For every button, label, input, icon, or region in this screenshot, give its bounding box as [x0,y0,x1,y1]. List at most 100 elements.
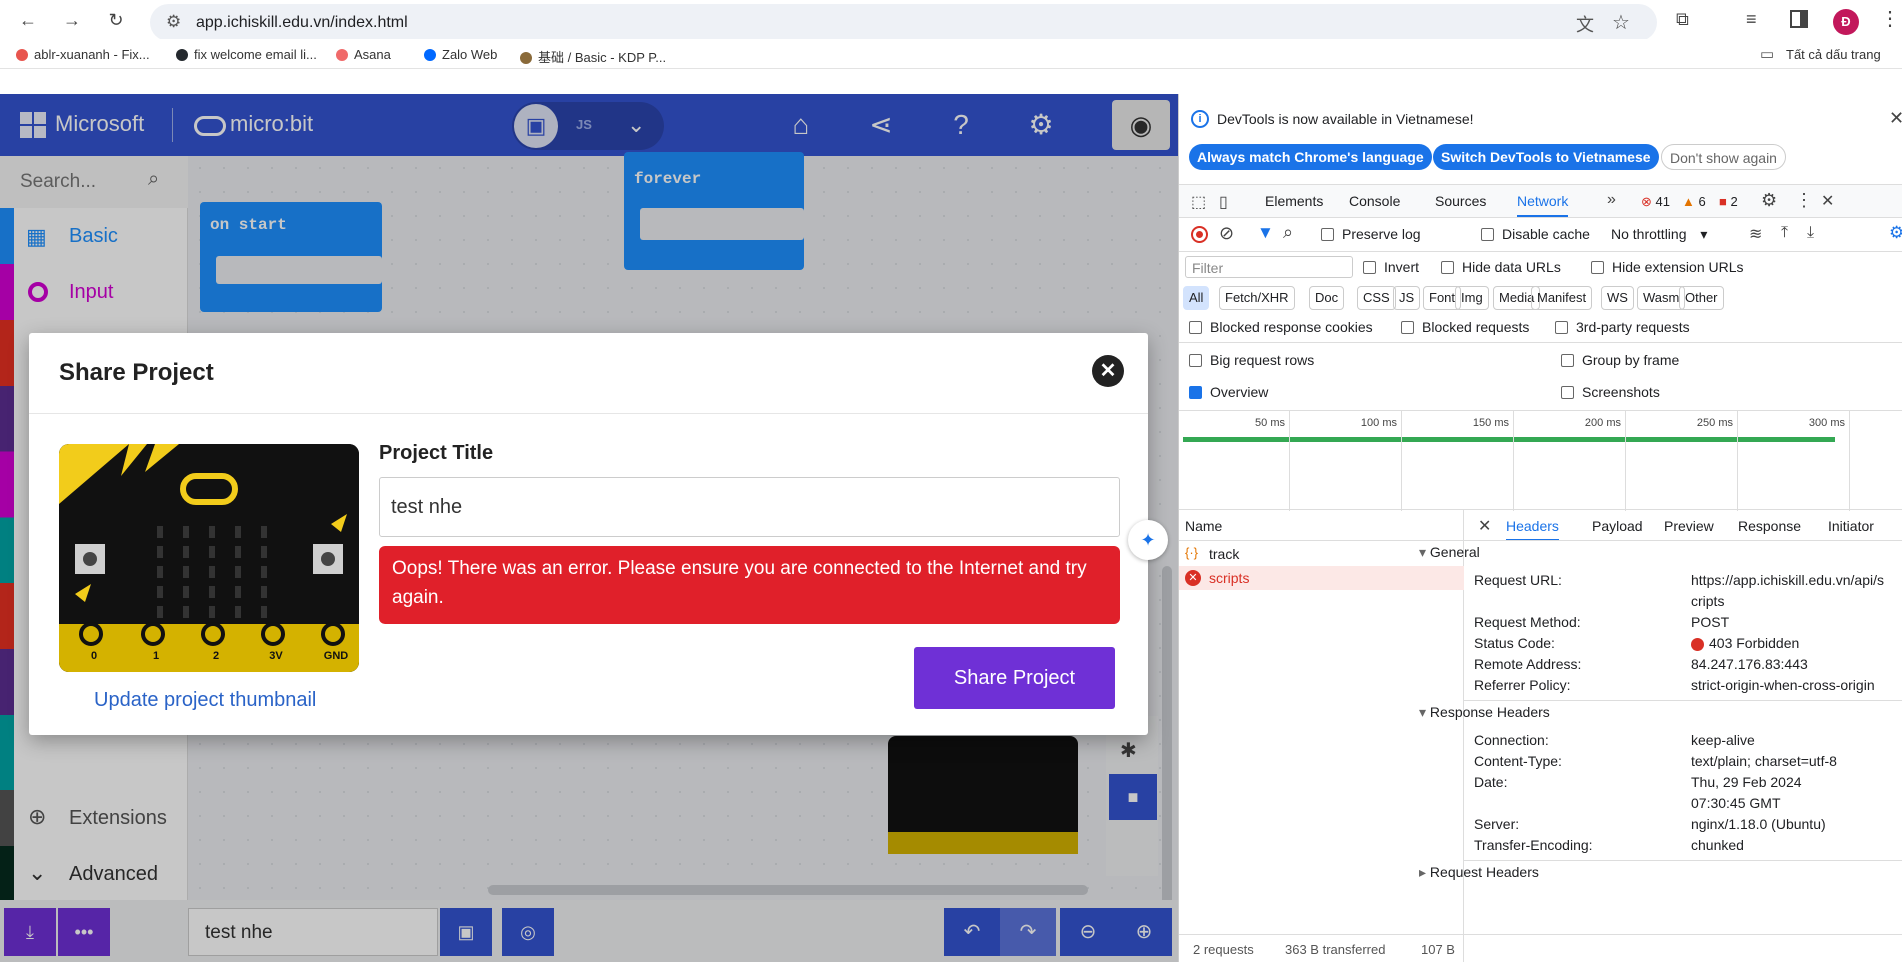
hide-extension-urls-checkbox[interactable]: Hide extension URLs [1591,259,1744,275]
error-count-badge[interactable]: ⊗ 41 [1641,194,1670,210]
pin-ring [141,622,165,646]
type-filter-img[interactable]: Img [1455,286,1489,310]
checkbox-box[interactable] [1401,321,1414,334]
warning-count-badge[interactable]: ▲ 6 [1682,194,1706,209]
checkbox-box[interactable] [1561,386,1574,399]
update-thumbnail-link[interactable]: Update project thumbnail [94,689,316,712]
translate-icon[interactable]: 文 [1576,11,1594,37]
preserve-log-checkbox[interactable]: Preserve log [1321,226,1421,242]
checkbox-box[interactable] [1363,261,1376,274]
profile-avatar[interactable]: Đ [1833,9,1859,35]
media-control-icon[interactable]: ≡ [1746,9,1757,30]
bookmark-label: 基础 / Basic - KDP P... [538,50,667,65]
hide-data-urls-checkbox[interactable]: Hide data URLs [1441,259,1561,275]
forward-arrow-icon[interactable]: → [60,8,84,32]
match-language-button[interactable]: Always match Chrome's language [1189,144,1432,170]
request-row[interactable]: ✕ scripts [1179,566,1464,590]
more-tabs-icon[interactable]: » [1607,191,1616,209]
bookmark-item[interactable]: ablr-xuananh - Fix... [16,47,150,62]
project-title-input[interactable]: test nhe [379,477,1120,537]
detail-tab-headers[interactable]: Headers [1506,518,1559,541]
type-filter-fetch-xhr[interactable]: Fetch/XHR [1219,286,1295,310]
record-icon[interactable] [1191,226,1208,243]
close-icon[interactable]: ✕ [1092,355,1124,387]
filter-funnel-icon[interactable]: ▼ [1257,223,1274,243]
bookmark-item[interactable]: 基础 / Basic - KDP P... [520,47,666,66]
browser-toolbar: ← → ↻ ⚙ app.ichiskill.edu.vn/index.html … [0,0,1902,41]
checkbox-box[interactable] [1561,354,1574,367]
led-cell [261,606,267,618]
header-value: nginx/1.18.0 (Ubuntu) [1691,816,1826,832]
throttling-select[interactable]: No throttling ▾ [1611,226,1707,243]
close-devtools-icon[interactable]: ✕ [1821,191,1834,211]
clear-icon[interactable]: ⊘ [1219,223,1234,244]
download-icon[interactable]: ⤓ [1807,224,1814,242]
checkbox-box[interactable] [1441,261,1454,274]
issue-count-badge[interactable]: ■ 2 [1719,194,1738,209]
invert-checkbox[interactable]: Invert [1363,259,1419,275]
settings-gear-icon[interactable]: ⚙ [1761,190,1777,211]
close-details-icon[interactable]: ✕ [1478,516,1491,536]
droplet-sparkle-icon[interactable]: ✦ [1128,520,1168,560]
request-headers-section-header[interactable]: ▸ Request Headers [1419,864,1539,881]
star-icon[interactable]: ☆ [1612,10,1630,35]
network-settings-icon[interactable]: ⚙ [1889,223,1902,243]
general-section-header[interactable]: ▾ General [1419,544,1480,561]
blocked-cookies-checkbox[interactable]: Blocked response cookies [1189,319,1373,335]
type-filter-css[interactable]: CSS [1357,286,1396,310]
dont-show-again-button[interactable]: Don't show again [1661,144,1786,170]
inspect-element-icon[interactable]: ⬚ [1191,192,1206,212]
detail-tab-preview[interactable]: Preview [1664,518,1714,534]
all-bookmarks-link[interactable]: Tất cả dấu trang [1786,47,1881,62]
type-filter-manifest[interactable]: Manifest [1531,286,1593,310]
share-project-button[interactable]: Share Project [914,647,1115,709]
bookmark-item[interactable]: fix welcome email li... [176,47,317,62]
menu-dots-icon[interactable]: ⋮ [1795,190,1813,211]
back-arrow-icon[interactable]: ← [16,8,40,32]
checkbox-box[interactable] [1555,321,1568,334]
response-headers-section-header[interactable]: ▾ Response Headers [1419,704,1550,721]
checkbox-box[interactable] [1189,386,1202,399]
checkbox-box[interactable] [1321,228,1334,241]
third-party-checkbox[interactable]: 3rd-party requests [1555,319,1690,335]
detail-tab-response[interactable]: Response [1738,518,1801,534]
bookmark-item[interactable]: Zalo Web [424,47,497,62]
extensions-icon[interactable]: ⧉ [1676,9,1689,30]
search-icon[interactable]: ⌕ [1283,222,1293,243]
filter-input[interactable]: Filter [1185,256,1353,278]
device-toolbar-icon[interactable]: ▯ [1219,192,1228,212]
tab-network[interactable]: Network [1517,193,1569,217]
tab-sources[interactable]: Sources [1435,193,1486,209]
close-icon[interactable]: ✕ [1889,108,1902,129]
blocked-requests-checkbox[interactable]: Blocked requests [1401,319,1529,335]
side-panel-icon[interactable] [1790,10,1808,28]
type-filter-js[interactable]: JS [1393,286,1421,310]
overview-checkbox[interactable]: Overview [1189,384,1268,400]
group-by-frame-checkbox[interactable]: Group by frame [1561,352,1679,368]
checkbox-box[interactable] [1189,321,1202,334]
type-filter-all[interactable]: All [1183,286,1210,310]
type-filter-ws[interactable]: WS [1601,286,1634,310]
checkbox-box[interactable] [1481,228,1494,241]
detail-tab-payload[interactable]: Payload [1592,518,1643,534]
tab-elements[interactable]: Elements [1265,193,1323,209]
big-rows-checkbox[interactable]: Big request rows [1189,352,1314,368]
site-info-icon[interactable]: ⚙ [166,12,181,32]
switch-language-button[interactable]: Switch DevTools to Vietnamese [1433,144,1659,170]
type-filter-other[interactable]: Other [1679,286,1724,310]
upload-icon[interactable]: ⤒ [1781,224,1788,242]
checkbox-box[interactable] [1189,354,1202,367]
type-filter-doc[interactable]: Doc [1309,286,1345,310]
reload-icon[interactable]: ↻ [104,8,128,32]
bookmark-item[interactable]: Asana [336,47,391,62]
screenshots-checkbox[interactable]: Screenshots [1561,384,1660,400]
address-bar[interactable]: ⚙ app.ichiskill.edu.vn/index.html 文 ☆ [150,4,1657,41]
tab-console[interactable]: Console [1349,193,1400,209]
network-conditions-icon[interactable]: ≋ [1749,224,1762,244]
checkbox-box[interactable] [1591,261,1604,274]
menu-dots-icon[interactable]: ⋮ [1880,6,1900,31]
detail-tab-initiator[interactable]: Initiator [1828,518,1874,534]
disable-cache-checkbox[interactable]: Disable cache [1481,226,1590,242]
name-column-header[interactable]: Name [1185,518,1222,534]
network-overview-timeline[interactable]: 50 ms 100 ms 150 ms 200 ms 250 ms 300 ms [1179,410,1902,511]
